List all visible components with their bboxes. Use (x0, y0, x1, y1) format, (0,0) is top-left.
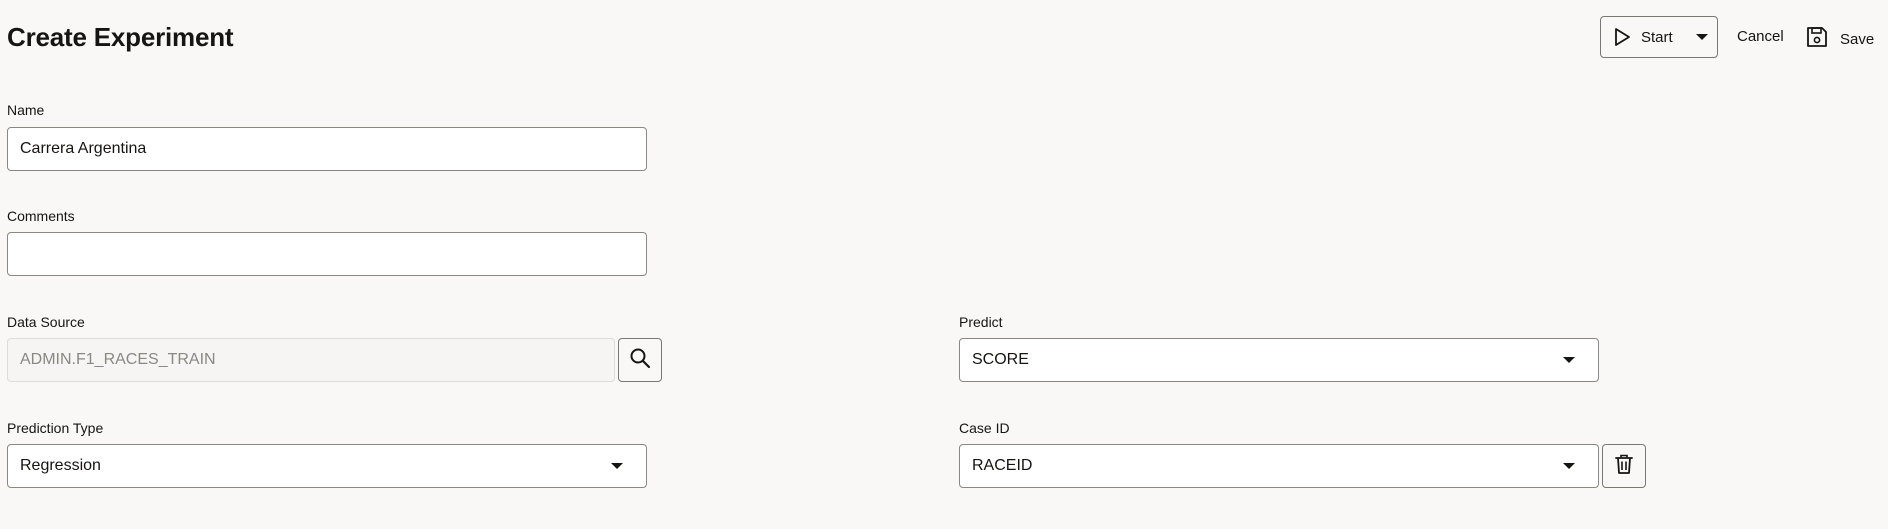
prediction-type-label: Prediction Type (7, 420, 104, 436)
caret-down-icon (610, 462, 624, 470)
case-id-remove-button[interactable] (1602, 444, 1646, 488)
prediction-type-select[interactable]: Regression (7, 444, 647, 488)
search-icon (629, 347, 651, 374)
predict-select[interactable]: SCORE (959, 338, 1599, 382)
predict-label: Predict (959, 314, 1003, 330)
comments-label: Comments (7, 208, 75, 224)
page-title: Create Experiment (7, 22, 234, 52)
case-id-select-value: RACEID (972, 457, 1033, 474)
case-id-label: Case ID (959, 420, 1010, 436)
start-button[interactable]: Start (1600, 16, 1718, 58)
save-button-label: Save (1840, 30, 1875, 48)
predict-select-value: SCORE (972, 351, 1029, 368)
name-input[interactable]: Carrera Argentina (7, 127, 647, 171)
create-experiment-page: Create Experiment Start Cancel Save Name… (0, 0, 1888, 529)
caret-down-icon (1562, 356, 1576, 364)
prediction-type-select-value: Regression (20, 457, 101, 474)
play-icon (1613, 27, 1631, 47)
data-source-input[interactable]: ADMIN.F1_RACES_TRAIN (7, 338, 615, 382)
trash-icon (1614, 453, 1634, 480)
save-button[interactable]: Save (1806, 26, 1874, 52)
comments-input[interactable] (7, 232, 647, 276)
caret-down-icon[interactable] (1695, 33, 1709, 41)
start-button-label: Start (1641, 28, 1673, 46)
name-label: Name (7, 102, 45, 118)
data-source-label: Data Source (7, 314, 85, 330)
floppy-disk-icon (1806, 26, 1828, 52)
caret-down-icon (1562, 462, 1576, 470)
data-source-search-button[interactable] (618, 338, 662, 382)
cancel-button[interactable]: Cancel (1737, 28, 1784, 45)
case-id-select[interactable]: RACEID (959, 444, 1599, 488)
